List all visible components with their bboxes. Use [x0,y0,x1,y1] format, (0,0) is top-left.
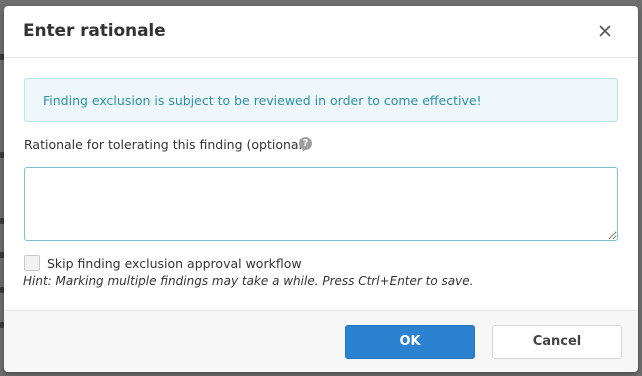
question-circle-icon[interactable]: ? [299,137,312,150]
rationale-label: Rationale for tolerating this finding (o… [24,137,307,152]
info-alert: Finding exclusion is subject to be revie… [24,78,618,122]
skip-workflow-checkbox[interactable] [24,255,40,271]
dialog-title: Enter rationale [23,21,166,41]
ok-button[interactable]: OK [345,325,475,359]
dialog-header: Enter rationale [4,6,638,58]
cancel-button[interactable]: Cancel [492,325,622,359]
rationale-dialog: Enter rationale Finding exclusion is sub… [4,6,638,372]
dialog-footer: OK Cancel [4,310,638,372]
skip-workflow-label[interactable]: Skip finding exclusion approval workflow [47,256,302,271]
close-icon[interactable] [595,21,615,41]
rationale-textarea[interactable] [24,167,618,241]
hint-text: Hint: Marking multiple findings may take… [23,274,474,288]
alert-message: Finding exclusion is subject to be revie… [43,93,482,108]
